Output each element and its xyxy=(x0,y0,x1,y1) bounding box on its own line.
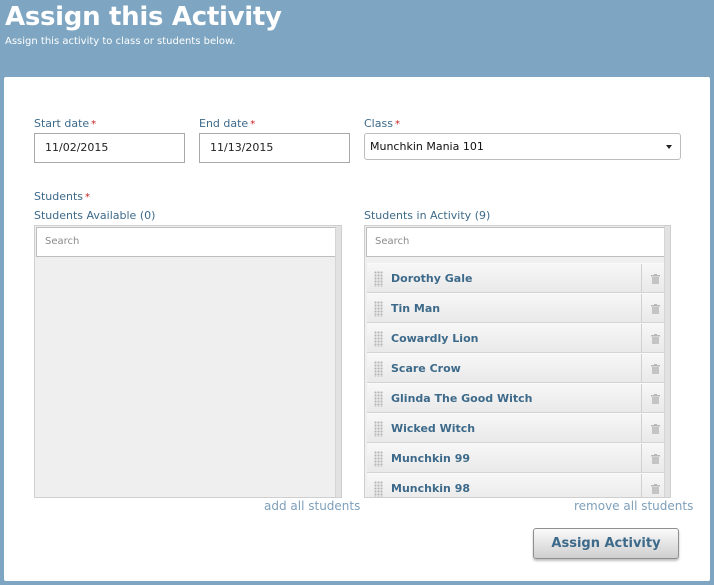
end-date-field[interactable]: 11/13/2015 xyxy=(199,133,350,163)
drag-handle-icon[interactable] xyxy=(374,421,383,437)
trash-icon[interactable] xyxy=(651,454,660,464)
trash-icon[interactable] xyxy=(651,424,660,434)
student-list-item[interactable]: Glinda The Good Witch xyxy=(367,383,669,413)
item-divider xyxy=(641,294,642,322)
trash-icon[interactable] xyxy=(651,334,660,344)
start-date-field[interactable]: 11/02/2015 xyxy=(34,133,185,163)
trash-icon[interactable] xyxy=(651,364,660,374)
students-available-title: Students Available (0) xyxy=(34,209,156,222)
students-in-activity-scrollbar[interactable] xyxy=(664,226,670,497)
drag-handle-icon[interactable] xyxy=(374,271,383,287)
remove-all-students-link[interactable]: remove all students xyxy=(574,499,693,513)
student-list-item[interactable]: Tin Man xyxy=(367,293,669,323)
trash-icon[interactable] xyxy=(651,304,660,314)
student-list-item[interactable]: Scare Crow xyxy=(367,353,669,383)
page-subtitle: Assign this activity to class or student… xyxy=(5,36,236,47)
student-name: Tin Man xyxy=(391,302,441,315)
students-label: Students * xyxy=(34,190,91,203)
caret-down-icon xyxy=(666,145,672,149)
item-divider xyxy=(641,474,642,497)
students-available-list[interactable]: Search xyxy=(34,225,342,498)
student-name: Cowardly Lion xyxy=(391,332,479,345)
student-name: Wicked Witch xyxy=(391,422,476,435)
trash-icon[interactable] xyxy=(651,394,660,404)
student-name: Munchkin 98 xyxy=(391,482,471,495)
students-in-activity-title: Students in Activity (9) xyxy=(364,209,491,222)
drag-handle-icon[interactable] xyxy=(374,301,383,317)
item-divider xyxy=(641,414,642,442)
page-header: Assign this Activity Assign this activit… xyxy=(0,0,714,76)
drag-handle-icon[interactable] xyxy=(374,361,383,377)
students-in-activity-search[interactable]: Search xyxy=(366,227,666,257)
item-divider xyxy=(641,384,642,412)
student-list-item[interactable]: Cowardly Lion xyxy=(367,323,669,353)
item-divider xyxy=(641,354,642,382)
required-marker: * xyxy=(250,119,256,130)
students-available-search[interactable]: Search xyxy=(36,227,336,257)
end-date-label: End date * xyxy=(199,117,256,130)
student-list-item[interactable]: Munchkin 99 xyxy=(367,443,669,473)
student-name: Dorothy Gale xyxy=(391,272,473,285)
student-name: Scare Crow xyxy=(391,362,461,375)
assign-form-card: Start date * 11/02/2015 End date * 11/13/2… xyxy=(4,77,710,581)
drag-handle-icon[interactable] xyxy=(374,331,383,347)
trash-icon[interactable] xyxy=(651,274,660,284)
item-divider xyxy=(641,444,642,472)
drag-handle-icon[interactable] xyxy=(374,481,383,497)
required-marker: * xyxy=(394,119,400,130)
student-list-item[interactable]: Munchkin 98 xyxy=(367,473,669,497)
students-in-activity-list[interactable]: Search Dorothy Gale Tin Man Cowardly Lion S… xyxy=(364,225,671,498)
drag-handle-icon[interactable] xyxy=(374,451,383,467)
trash-icon[interactable] xyxy=(651,484,660,494)
students-available-scrollbar[interactable] xyxy=(335,226,341,497)
drag-handle-icon[interactable] xyxy=(374,391,383,407)
start-date-label: Start date * xyxy=(34,117,97,130)
assign-activity-button[interactable]: Assign Activity xyxy=(533,528,679,559)
student-name: Munchkin 99 xyxy=(391,452,471,465)
student-list-item[interactable]: Dorothy Gale xyxy=(367,263,669,293)
add-all-students-link[interactable]: add all students xyxy=(264,499,360,513)
item-divider xyxy=(641,264,642,292)
page-title: Assign this Activity xyxy=(5,2,282,32)
class-label: Class * xyxy=(364,117,400,130)
required-marker: * xyxy=(91,119,97,130)
class-select[interactable]: Munchkin Mania 101 xyxy=(364,133,681,160)
item-divider xyxy=(641,324,642,352)
class-select-value: Munchkin Mania 101 xyxy=(370,140,484,153)
required-marker: * xyxy=(85,192,91,203)
student-list-item[interactable]: Wicked Witch xyxy=(367,413,669,443)
student-name: Glinda The Good Witch xyxy=(391,392,533,405)
